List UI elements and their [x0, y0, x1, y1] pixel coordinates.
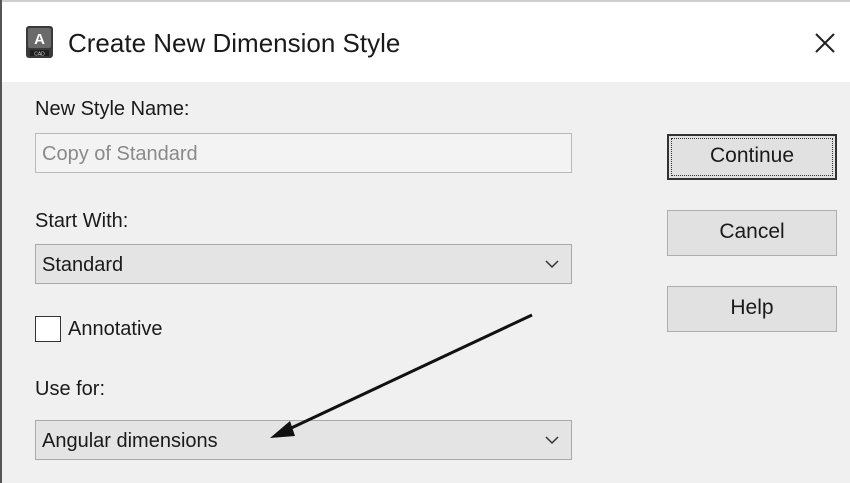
- start-with-dropdown[interactable]: Standard: [35, 244, 572, 284]
- start-with-label: Start With:: [35, 210, 129, 232]
- autocad-app-icon: A CAD: [26, 26, 53, 58]
- cancel-button[interactable]: Cancel: [667, 210, 837, 256]
- title-bar: A CAD Create New Dimension Style: [2, 0, 850, 82]
- chevron-down-icon: [545, 260, 559, 269]
- use-for-label: Use for:: [35, 378, 106, 400]
- annotative-label: Annotative: [68, 318, 163, 340]
- dialog-title: Create New Dimension Style: [68, 28, 401, 58]
- svg-text:CAD: CAD: [34, 52, 45, 58]
- close-button[interactable]: [808, 26, 842, 60]
- svg-text:A: A: [34, 31, 45, 48]
- new-style-name-input[interactable]: Copy of Standard: [35, 133, 572, 173]
- use-for-dropdown[interactable]: Angular dimensions: [35, 420, 572, 460]
- help-button[interactable]: Help: [667, 286, 837, 332]
- annotative-checkbox[interactable]: [35, 316, 61, 342]
- create-dimension-style-dialog: A CAD Create New Dimension Style New Sty…: [0, 0, 850, 483]
- continue-button[interactable]: Continue: [667, 134, 837, 180]
- new-style-name-label: New Style Name:: [35, 98, 190, 120]
- use-for-value: Angular dimensions: [42, 430, 218, 452]
- chevron-down-icon: [545, 436, 559, 445]
- start-with-value: Standard: [42, 254, 124, 276]
- close-icon: [815, 33, 835, 53]
- pointer-arrow-shaft: [286, 313, 533, 432]
